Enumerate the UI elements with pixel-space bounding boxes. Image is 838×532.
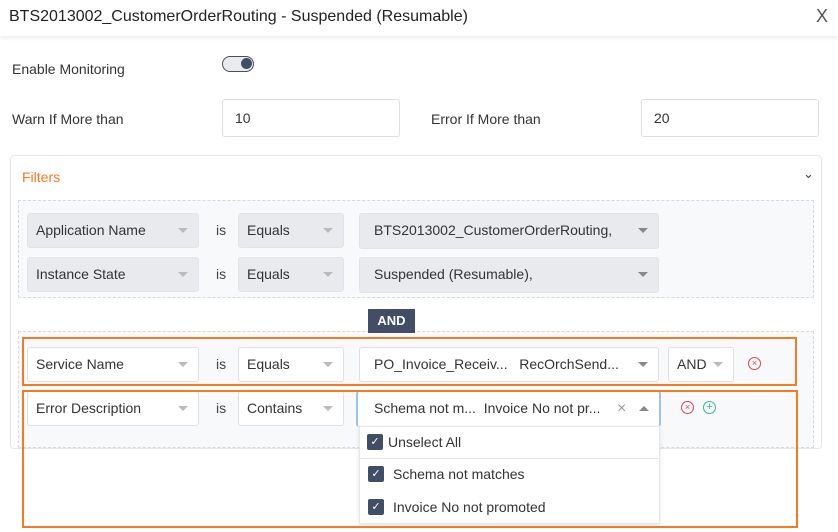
remove-row-icon[interactable]: × (748, 357, 761, 370)
divider (360, 458, 659, 459)
operator-value: Equals (247, 222, 290, 238)
joiner-value: AND (677, 356, 707, 372)
field-value: Service Name (36, 356, 124, 372)
option-label: Unselect All (388, 434, 462, 450)
error-input[interactable]: 20 (641, 99, 819, 137)
dropdown-option[interactable]: ✓ Invoice No not promoted (368, 499, 546, 515)
enable-monitoring-label: Enable Monitoring (12, 61, 125, 77)
close-icon[interactable]: X (816, 6, 828, 27)
operator-value: Equals (247, 356, 290, 372)
dropdown-option[interactable]: ✓ Schema not matches (368, 466, 525, 482)
field-value: Application Name (36, 222, 146, 238)
remove-row-icon[interactable]: × (681, 401, 694, 414)
field-value: Error Description (36, 400, 142, 416)
value-multiselect[interactable]: Schema not m... Invoice No not pr... × (356, 391, 661, 427)
option-label: Invoice No not promoted (393, 499, 546, 515)
joiner-select[interactable]: AND (668, 347, 734, 382)
operator-value: Contains (247, 400, 303, 416)
add-row-icon[interactable]: + (703, 401, 716, 414)
is-label: is (216, 266, 227, 282)
operator-select[interactable]: Equals (238, 213, 344, 248)
operator-select[interactable]: Equals (238, 257, 344, 292)
checkbox-checked-icon[interactable]: ✓ (368, 466, 384, 482)
multiselect-dropdown: ✓ Unselect All ✓ Schema not matches ✓ Invoi… (359, 426, 660, 524)
error-label: Error If More than (431, 111, 541, 127)
operator-select[interactable]: Equals (238, 347, 344, 382)
option-label: Schema not matches (393, 466, 525, 482)
chevron-down-icon[interactable]: ⌄ (803, 166, 814, 182)
operator-value: Equals (247, 266, 290, 282)
selected-tag: Schema not m... (374, 400, 476, 416)
value-text: Suspended (Resumable), (374, 266, 533, 282)
is-label: is (216, 400, 227, 416)
checkbox-checked-icon[interactable]: ✓ (367, 434, 383, 450)
field-select[interactable]: Instance State (27, 257, 199, 292)
warn-label: Warn If More than (12, 111, 124, 127)
clear-icon[interactable]: × (617, 392, 626, 425)
chevron-up-icon[interactable] (639, 406, 649, 411)
is-label: is (216, 356, 227, 372)
field-select[interactable]: Service Name (27, 347, 199, 382)
filters-title[interactable]: Filters (22, 169, 60, 185)
operator-select[interactable]: Contains (238, 391, 344, 426)
warn-input[interactable]: 10 (222, 99, 400, 137)
enable-monitoring-toggle[interactable] (222, 56, 254, 72)
is-label: is (216, 222, 227, 238)
field-select[interactable]: Error Description (27, 391, 199, 426)
selected-tag: PO_Invoice_Receiv... (374, 356, 508, 372)
value-text: BTS2013002_CustomerOrderRouting, (374, 222, 613, 238)
value-select[interactable]: BTS2013002_CustomerOrderRouting, (359, 213, 659, 249)
field-select[interactable]: Application Name (27, 213, 199, 248)
selected-tag: RecOrchSend... (519, 356, 619, 372)
selected-tag: Invoice No not pr... (483, 400, 601, 416)
group-joiner-badge: AND (368, 309, 415, 333)
checkbox-checked-icon[interactable]: ✓ (368, 499, 384, 515)
dialog-title: BTS2013002_CustomerOrderRouting - Suspen… (9, 8, 468, 25)
value-multiselect[interactable]: PO_Invoice_Receiv... RecOrchSend... (359, 347, 659, 382)
value-select[interactable]: Suspended (Resumable), (359, 257, 659, 293)
dialog-header: BTS2013002_CustomerOrderRouting - Suspen… (0, 0, 838, 36)
field-value: Instance State (36, 266, 126, 282)
unselect-all-option[interactable]: ✓ Unselect All (367, 434, 461, 450)
